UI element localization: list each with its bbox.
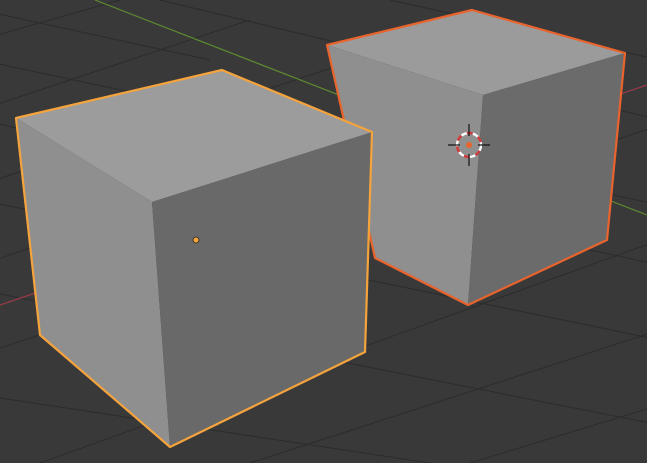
cursor-center-dot [466, 142, 472, 148]
cube-left-origin-dot [192, 236, 200, 244]
3d-viewport[interactable] [0, 0, 647, 463]
